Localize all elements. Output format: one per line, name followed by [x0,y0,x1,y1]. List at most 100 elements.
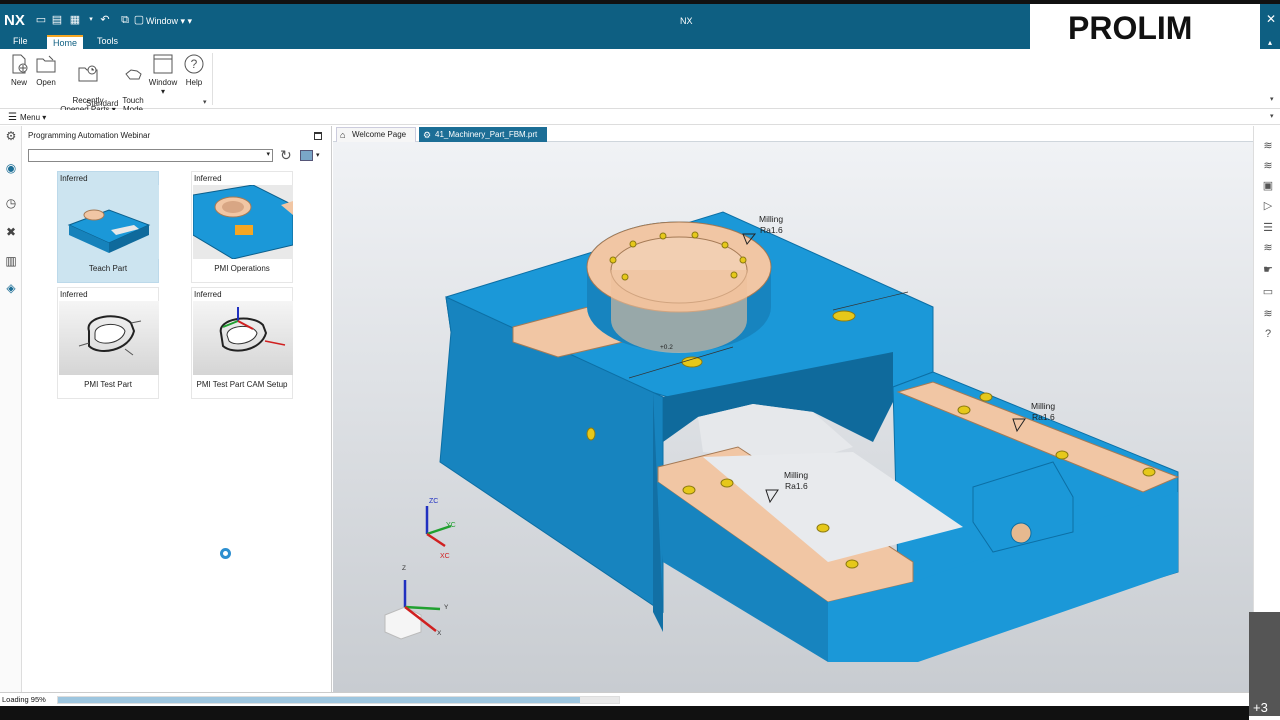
busy-spinner-icon [220,548,231,559]
loading-progress-bar [57,696,620,704]
tab-welcome-page[interactable]: ⌂ Welcome Page [336,127,416,142]
program-icon[interactable]: ≋ [1260,306,1276,322]
operation-navigator-icon[interactable]: ≋ [1260,138,1276,154]
help-icon[interactable]: ? [1260,326,1276,342]
touch-mode-button[interactable]: Touch Mode [120,53,146,114]
touch-hand-icon [125,69,142,80]
template-card-teach-part[interactable]: Inferred Teach Part [57,171,159,283]
brand-logo: PROLIM [1030,4,1260,49]
resource-bar-left: ⚙ ◉ ◷ ✖ ▥ ◈ [0,126,22,692]
svg-text:YC: YC [446,522,456,529]
svg-text:XC: XC [440,553,450,560]
quick-dropdown-icon[interactable]: ▾ [84,13,98,27]
group-separator [212,53,213,105]
quick-undo-icon[interactable]: ↶ [98,13,112,27]
ribbon: New Open Recently Opened Parts ▾ Touch M… [0,49,1280,114]
close-icon[interactable]: ✕ [1266,12,1276,26]
template-select[interactable]: ▾ [28,149,273,162]
folder-open-icon [36,55,56,73]
window-menu[interactable]: Window ▾ ▾ [146,16,192,27]
recent-parts-icon [78,65,98,82]
ribbon-options-icon[interactable]: ▾ [1270,95,1274,103]
clock-icon[interactable]: ◷ [3,195,19,211]
svg-text:Ra1.6: Ra1.6 [760,225,783,235]
library-icon[interactable]: ▥ [3,253,19,269]
status-bar: Loading 95% [0,692,1249,706]
pmi-test-part-thumbnail [59,301,159,375]
window-icon [153,54,173,74]
bottom-border [0,706,1249,720]
tab-tools[interactable]: Tools [91,35,124,49]
annotation-milling-bottom: Milling [784,470,808,480]
panel-title: Programming Automation Webinar [28,131,151,140]
tab-machinery-part[interactable]: ⚙ 41_Machinery_Part_FBM.prt ✕ [419,127,547,154]
graphics-viewport[interactable]: Milling Ra1.6 Milling Ra1.6 Milling Ra1.… [333,142,1253,692]
template-card-pmi-operations[interactable]: Inferred PMI Operations [191,171,293,283]
new-file-icon [12,54,28,74]
open-button[interactable]: Open [34,53,58,87]
new-button[interactable]: New [8,53,30,87]
svg-text:Ra1.6: Ra1.6 [1032,412,1055,422]
tool-path-icon[interactable]: ≋ [1260,240,1276,256]
touch-icon[interactable]: ☛ [1260,262,1276,278]
menu-button[interactable]: Menu ▾ [20,113,46,122]
dimension-label: +0.2 [660,344,673,351]
machine-tool-icon[interactable]: ≋ [1260,158,1276,174]
quick-new-icon[interactable]: ▭ [34,13,48,27]
window-icon[interactable]: ▭ [1260,284,1276,300]
svg-text:Y: Y [444,604,449,611]
svg-text:?: ? [191,57,198,71]
hamburger-icon[interactable]: ☰ [8,112,17,123]
teach-part-thumbnail [59,185,159,259]
gear-icon[interactable]: ⚙ [3,128,19,144]
overflow-badge[interactable]: +3 [1249,612,1280,716]
wcs-triad: ZC YC XC [425,498,456,560]
status-text: Loading 95% [2,695,46,704]
graphics-tab-bar: ⌂ Welcome Page ⚙ 41_Machinery_Part_FBM.p… [333,126,1253,154]
svg-text:Ra1.6: Ra1.6 [785,481,808,491]
view-triad: Z Y X [384,565,449,640]
template-card-pmi-test-part[interactable]: Inferred PMI Test Part [57,287,159,399]
home-page-icon: ⌂ [340,130,346,140]
quick-open-icon[interactable]: ▤ [50,13,64,27]
view-options-icon[interactable]: ▾ [316,151,320,159]
quick-save-icon[interactable]: ▦ [68,13,82,27]
tab-file[interactable]: File [7,35,34,49]
tab-home[interactable]: Home [47,35,84,49]
window-button[interactable]: Window ▾ [148,53,178,96]
window-switch-icon[interactable]: ▢ [132,13,146,27]
help-button[interactable]: ? Help [182,53,206,87]
ribbon-collapse-icon[interactable]: ▴ [1268,38,1272,47]
annotation-milling-top: Milling [759,214,783,224]
chevron-down-icon: ▾ [266,151,270,158]
globe-icon[interactable]: ◉ [3,160,19,176]
quick-window-icon[interactable]: ⧉ [118,13,132,27]
svg-text:ZC: ZC [429,498,438,505]
pmi-operations-thumbnail [193,185,293,259]
annotation-milling-right: Milling [1031,401,1055,411]
group-label-standard: Standard [86,99,119,108]
tools-icon[interactable]: ✖ [3,224,19,240]
cam-navigator-icon[interactable]: ◈ [3,280,19,296]
image-view-icon[interactable] [300,150,313,161]
svg-text:Z: Z [402,565,406,572]
menu-bar: ☰ Menu ▾ ▾ [0,110,1280,125]
svg-text:X: X [437,630,442,637]
part-file-icon: ⚙ [423,130,432,140]
navigator-panel: Programming Automation Webinar ▾ ↻ ▾ Inf… [22,126,332,692]
menubar-options-icon[interactable]: ▾ [1270,112,1274,120]
group-expand-icon[interactable]: ▾ [203,98,207,106]
nx-logo: NX [4,12,25,29]
ribbon-tab-bar: File Home Tools [0,34,1030,49]
window-title: NX [680,16,693,26]
part-model: Milling Ra1.6 Milling Ra1.6 Milling Ra1.… [384,211,1180,662]
refresh-icon[interactable]: ↻ [280,147,292,164]
play-icon[interactable]: ▷ [1260,198,1276,214]
maximize-icon[interactable] [314,132,322,140]
nx-application-window: NX ▭ ▤ ▦ ▾ ↶ ⧉ ▢ Window ▾ ▾ NX File Home… [0,0,1280,720]
brand-name: PROLIM [1068,10,1193,46]
part-navigator-icon[interactable]: ▣ [1260,178,1276,194]
template-card-pmi-test-part-cam-setup[interactable]: Inferred PMI Test Part CAM Setup [191,287,293,399]
list-icon[interactable]: ☰ [1260,220,1276,236]
help-icon: ? [184,54,204,74]
